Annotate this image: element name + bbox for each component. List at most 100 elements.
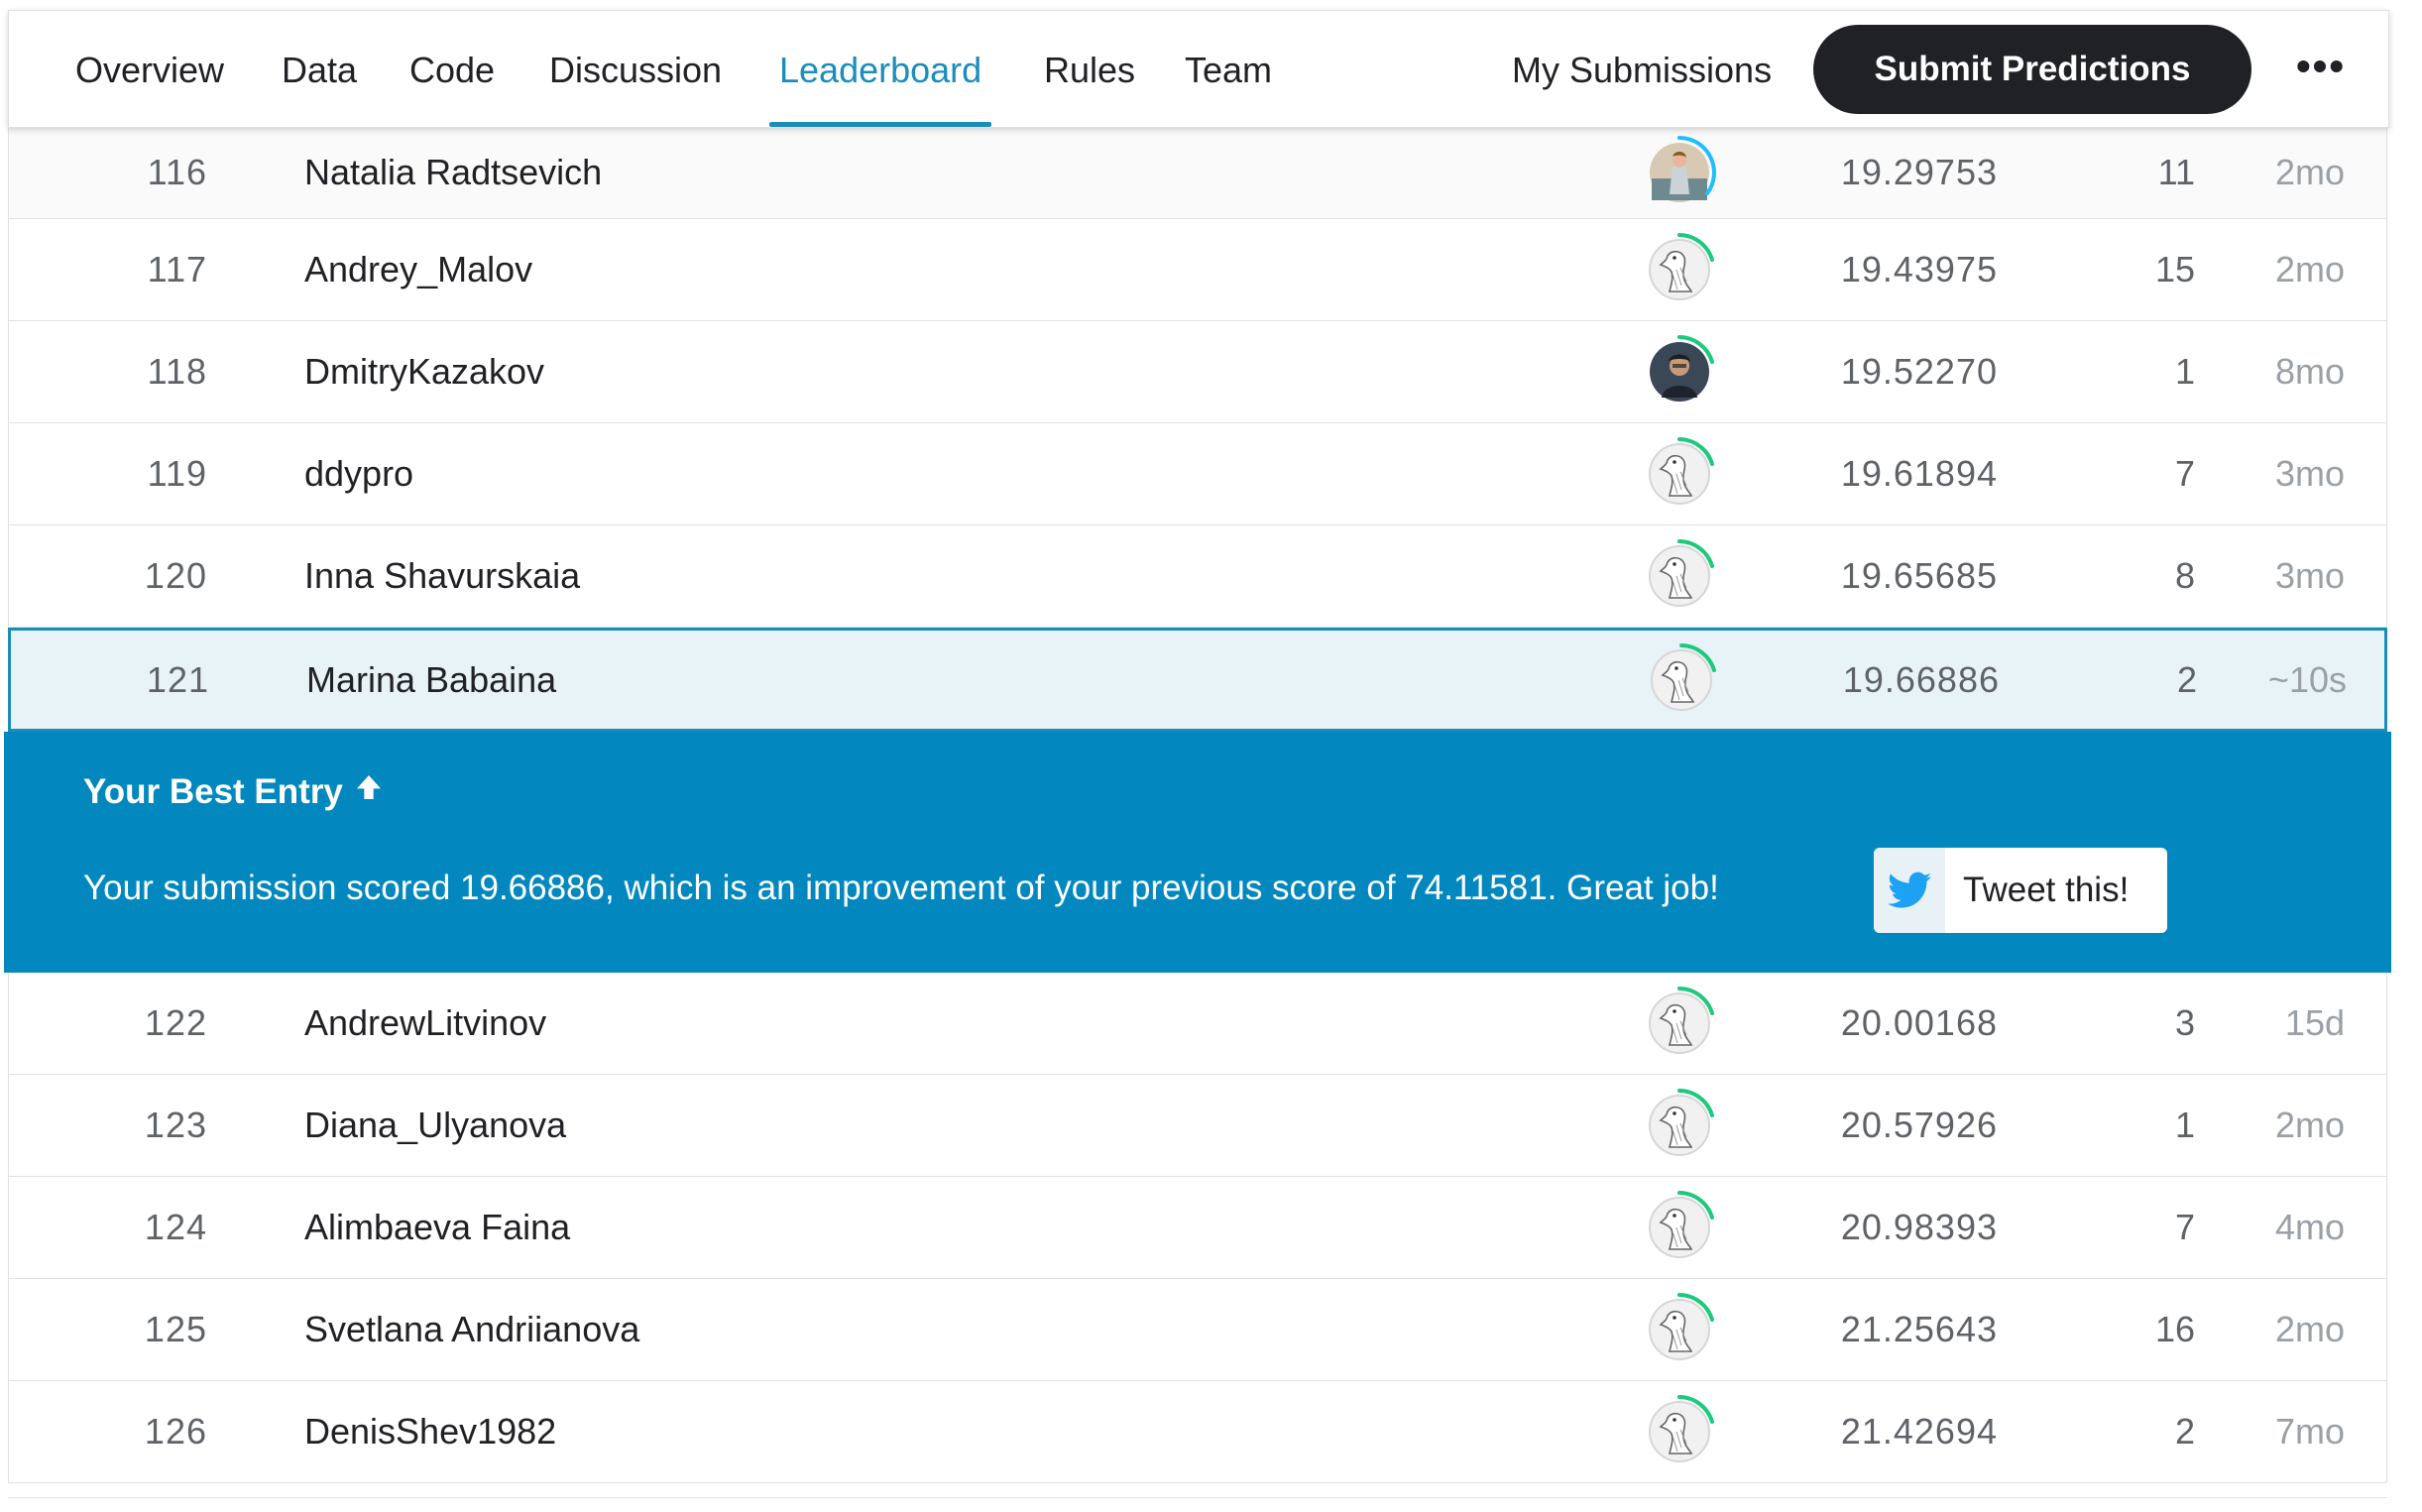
avatar-cell[interactable] (1642, 631, 1721, 729)
score-cell: 19.43975 (1840, 249, 1998, 290)
avatar-cell[interactable] (1640, 1279, 1719, 1380)
avatar[interactable] (1642, 1292, 1717, 1367)
tweet-this-button[interactable]: Tweet this! (1874, 848, 2167, 933)
submit-predictions-button[interactable]: Submit Predictions (1813, 25, 2251, 114)
table-row[interactable]: 124 Alimbaeva Faina 20.98393 7 4mo (8, 1177, 2387, 1279)
avatar-cell[interactable] (1640, 1177, 1719, 1278)
best-entry-message: Your submission scored 19.66886, which i… (83, 869, 1719, 907)
tab-discussion[interactable]: Discussion (549, 11, 722, 127)
team-name-cell[interactable]: DenisShev1982 (304, 1381, 556, 1482)
score-cell: 21.25643 (1840, 1309, 1998, 1349)
last-submission-cell: 2mo (2274, 1309, 2345, 1349)
team-name-cell[interactable]: Andrey_Malov (304, 219, 532, 320)
entries-cell: 1 (2174, 1105, 2195, 1145)
table-row[interactable]: 126 DenisShev1982 21.42694 2 7mo (8, 1381, 2387, 1483)
tab-team[interactable]: Team (1185, 11, 1272, 127)
best-entry-banner: Your Best Entry Your submission scored 1… (4, 732, 2391, 973)
avatar[interactable] (1642, 135, 1717, 210)
more-horizontal-icon[interactable]: ••• (2289, 41, 2353, 98)
table-row[interactable]: 119 ddypro 19.61894 7 3mo (8, 423, 2387, 525)
table-row[interactable]: 125 Svetlana Andriianova 21.25643 16 2mo (8, 1279, 2387, 1381)
avatar[interactable] (1642, 334, 1717, 409)
table-row[interactable]: 116 Natalia Radtsevich 19.29753 11 2mo (8, 126, 2387, 219)
rank-cell: 122 (144, 1002, 207, 1043)
avatar-cell[interactable] (1640, 219, 1719, 320)
entries-cell: 16 (2154, 1309, 2195, 1349)
twitter-icon (1874, 848, 1945, 933)
score-cell: 20.98393 (1840, 1207, 1998, 1247)
rank-cell: 116 (147, 151, 207, 192)
table-row[interactable]: 120 Inna Shavurskaia 19.65685 8 3mo (8, 525, 2387, 628)
avatar[interactable] (1642, 1394, 1717, 1469)
tab-overview[interactable]: Overview (75, 11, 224, 127)
rank-cell: 119 (147, 453, 207, 494)
avatar[interactable] (1642, 1190, 1717, 1265)
table-row-current-user[interactable]: 121 Marina Babaina 19.66886 2 ~10s (8, 628, 2387, 732)
entries-cell: 7 (2174, 1207, 2195, 1247)
best-entry-title: Your Best Entry (83, 771, 385, 812)
last-submission-cell: 4mo (2274, 1207, 2345, 1247)
tab-data[interactable]: Data (282, 11, 357, 127)
avatar[interactable] (1642, 436, 1717, 512)
rank-cell: 125 (144, 1309, 207, 1349)
avatar[interactable] (1642, 986, 1717, 1061)
avatar[interactable] (1642, 538, 1717, 614)
entries-cell: 2 (2174, 1411, 2195, 1452)
tab-rules[interactable]: Rules (1044, 11, 1135, 127)
team-name-cell[interactable]: Diana_Ulyanova (304, 1075, 566, 1176)
avatar-cell[interactable] (1640, 973, 1719, 1074)
last-submission-cell: ~10s (2267, 658, 2347, 700)
team-name-cell[interactable]: Natalia Radtsevich (304, 126, 602, 218)
rank-cell: 117 (147, 249, 207, 290)
team-name-cell[interactable]: AndrewLitvinov (304, 973, 546, 1074)
score-cell: 20.00168 (1840, 1002, 1998, 1043)
avatar-cell[interactable] (1640, 1381, 1719, 1482)
entries-cell: 15 (2154, 249, 2195, 290)
rank-cell: 123 (144, 1105, 207, 1145)
avatar-cell[interactable] (1640, 321, 1719, 422)
team-name-cell[interactable]: Inna Shavurskaia (304, 525, 580, 627)
last-submission-cell: 8mo (2274, 351, 2345, 392)
score-cell: 19.66886 (1842, 658, 2000, 700)
table-row[interactable]: 122 AndrewLitvinov 20.00168 3 15d (8, 973, 2387, 1075)
active-tab-underline (769, 122, 992, 127)
avatar[interactable] (1642, 232, 1717, 307)
entries-cell: 1 (2174, 351, 2195, 392)
table-row[interactable]: 123 Diana_Ulyanova 20.57926 1 2mo (8, 1075, 2387, 1177)
team-name-cell[interactable]: Alimbaeva Faina (304, 1177, 570, 1278)
tab-leaderboard-label: Leaderboard (779, 50, 982, 90)
team-name-cell[interactable]: Marina Babaina (306, 631, 556, 729)
tab-code[interactable]: Code (409, 11, 495, 127)
team-name-cell[interactable]: Svetlana Andriianova (304, 1279, 639, 1380)
rank-cell: 121 (146, 658, 209, 700)
arrow-up-icon (353, 771, 385, 812)
rank-cell: 120 (144, 555, 207, 596)
last-submission-cell: 2mo (2274, 249, 2345, 290)
avatar-cell[interactable] (1640, 525, 1719, 627)
last-submission-cell: 2mo (2274, 1105, 2345, 1145)
score-cell: 20.57926 (1840, 1105, 1998, 1145)
tab-leaderboard[interactable]: Leaderboard (769, 11, 992, 127)
rank-cell: 126 (144, 1411, 207, 1452)
last-submission-cell: 2mo (2274, 151, 2345, 192)
avatar-cell[interactable] (1640, 423, 1719, 524)
rank-cell: 118 (147, 351, 207, 392)
last-submission-cell: 3mo (2274, 555, 2345, 596)
avatar[interactable] (1642, 1088, 1717, 1163)
avatar-cell[interactable] (1640, 126, 1719, 218)
table-row[interactable]: 117 Andrey_Malov 19.43975 15 2mo (8, 219, 2387, 321)
avatar-cell[interactable] (1640, 1075, 1719, 1176)
rank-cell: 124 (144, 1207, 207, 1247)
best-entry-title-text: Your Best Entry (83, 771, 343, 811)
leaderboard-table: 116 Natalia Radtsevich 19.29753 11 2mo 117 And… (4, 126, 2391, 1483)
team-name-cell[interactable]: ddypro (304, 423, 413, 524)
score-cell: 19.52270 (1840, 351, 1998, 392)
last-submission-cell: 15d (2284, 1002, 2345, 1043)
team-name-cell[interactable]: DmitryKazakov (304, 321, 544, 422)
my-submissions-link[interactable]: My Submissions (1512, 11, 1772, 127)
entries-cell: 3 (2174, 1002, 2195, 1043)
avatar[interactable] (1644, 642, 1719, 718)
table-row[interactable]: 118 DmitryKazakov 19.52270 1 8mo (8, 321, 2387, 423)
entries-cell: 2 (2176, 658, 2197, 700)
score-cell: 19.65685 (1840, 555, 1998, 596)
